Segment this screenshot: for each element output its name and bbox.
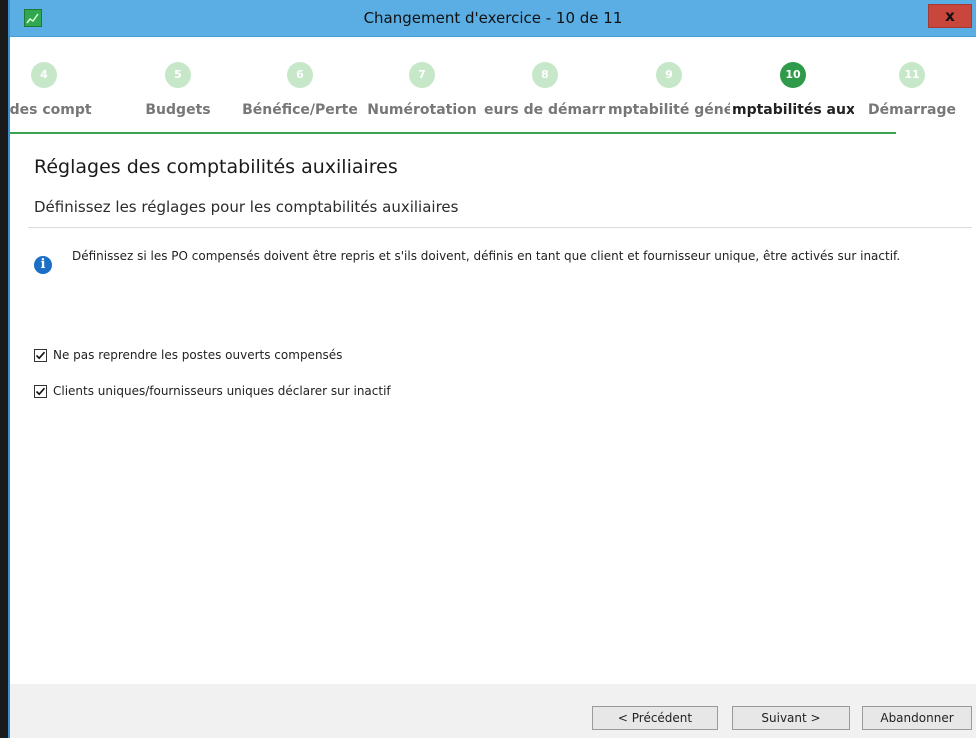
step-number: 6 <box>287 62 313 88</box>
title-bar: Changement d'exercice - 10 de 11 x <box>10 0 976 37</box>
previous-button[interactable]: < Précédent <box>592 706 718 730</box>
info-message: Définissez si les PO compensés doivent ê… <box>72 249 901 263</box>
footer-bar: < Précédent Suivant > Abandonner <box>10 684 976 738</box>
page-subtitle: Définissez les réglages pour les comptab… <box>34 198 459 216</box>
step-11[interactable]: 11 Démarrage <box>858 36 966 132</box>
option-label: Clients uniques/fournisseurs uniques déc… <box>53 384 391 398</box>
step-label: mptabilité génér <box>608 102 730 118</box>
step-7[interactable]: 7 Numérotation <box>362 36 482 132</box>
step-8[interactable]: 8 eurs de démarra <box>484 36 606 132</box>
page-title: Réglages des comptabilités auxiliaires <box>34 156 398 178</box>
checkmark-icon <box>35 387 46 395</box>
step-label: Budgets <box>145 102 211 118</box>
option-keep-compensated[interactable]: Ne pas reprendre les postes ouverts comp… <box>34 346 342 364</box>
next-button[interactable]: Suivant > <box>732 706 850 730</box>
step-number: 8 <box>532 62 558 88</box>
step-label: mptabilités auxilia <box>732 102 854 118</box>
step-5[interactable]: 5 Budgets <box>128 36 228 132</box>
step-label: Numérotation <box>367 102 477 118</box>
desktop-background <box>0 0 8 738</box>
step-label: eurs de démarra <box>484 102 606 118</box>
divider <box>28 227 972 228</box>
wizard-window: Changement d'exercice - 10 de 11 x 4 s d… <box>8 0 976 738</box>
step-number: 10 <box>780 62 806 88</box>
wizard-steps: 4 s des compt 5 Budgets 6 Bénéfice/Perte… <box>10 36 976 132</box>
step-6[interactable]: 6 Bénéfice/Perte <box>240 36 360 132</box>
step-10[interactable]: 10 mptabilités auxilia <box>732 36 854 132</box>
step-label: Bénéfice/Perte <box>242 102 358 118</box>
window-title: Changement d'exercice - 10 de 11 <box>363 9 623 27</box>
checkbox-keep-compensated[interactable] <box>34 348 47 362</box>
checkmark-icon <box>35 351 46 359</box>
step-4[interactable]: 4 s des compt <box>10 36 92 132</box>
option-label: Ne pas reprendre les postes ouverts comp… <box>53 348 343 362</box>
step-label: s des compt <box>10 102 92 118</box>
step-9[interactable]: 9 mptabilité génér <box>608 36 730 132</box>
info-icon: i <box>34 256 52 274</box>
cancel-button[interactable]: Abandonner <box>862 706 972 730</box>
step-number: 9 <box>656 62 682 88</box>
step-number: 5 <box>165 62 191 88</box>
step-number: 11 <box>899 62 925 88</box>
close-button[interactable]: x <box>928 4 972 28</box>
progress-line <box>10 132 896 134</box>
step-number: 4 <box>31 62 57 88</box>
checkbox-unique-inactive[interactable] <box>34 384 47 398</box>
option-unique-inactive[interactable]: Clients uniques/fournisseurs uniques déc… <box>34 382 391 400</box>
step-number: 7 <box>409 62 435 88</box>
step-label: Démarrage <box>868 102 956 118</box>
